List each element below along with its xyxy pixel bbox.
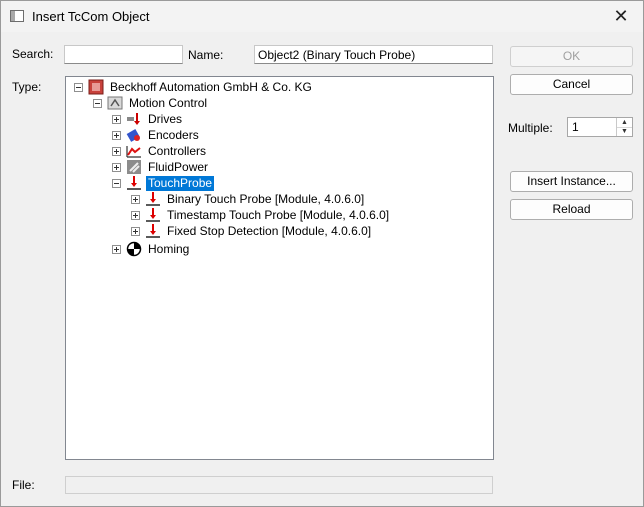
tree-node-motion-control[interactable]: Motion Control — [93, 95, 209, 111]
name-input[interactable] — [254, 45, 493, 64]
multiple-label: Multiple: — [508, 121, 553, 135]
tree-node-drives[interactable]: Drives — [112, 111, 184, 127]
collapse-icon[interactable] — [74, 82, 83, 92]
file-field — [65, 476, 493, 494]
drives-icon — [126, 111, 142, 127]
tree-label[interactable]: Drives — [146, 112, 184, 127]
multiple-stepper[interactable]: 1 ▲ ▼ — [567, 117, 633, 137]
collapse-icon[interactable] — [93, 98, 102, 108]
tree-node-binary-touch-probe[interactable]: Binary Touch Probe [Module, 4.0.6.0] — [131, 191, 366, 207]
close-icon: ✕ — [613, 6, 629, 26]
tree-node-controllers[interactable]: Controllers — [112, 143, 208, 159]
tree-label[interactable]: Binary Touch Probe [Module, 4.0.6.0] — [165, 192, 366, 207]
multiple-value[interactable]: 1 — [572, 120, 579, 134]
stepper-down-icon[interactable]: ▼ — [617, 127, 632, 136]
tree-node-fluidpower[interactable]: FluidPower — [112, 159, 210, 175]
controllers-icon — [126, 143, 142, 159]
fluidpower-icon — [126, 159, 142, 175]
collapse-icon[interactable] — [112, 178, 121, 188]
type-label: Type: — [12, 80, 42, 94]
type-tree[interactable]: Beckhoff Automation GmbH & Co. KG Motion… — [65, 76, 494, 460]
search-label: Search: — [12, 47, 54, 61]
name-label: Name: — [188, 48, 224, 62]
expand-icon[interactable] — [131, 194, 140, 204]
expand-icon[interactable] — [112, 130, 121, 140]
tree-node-timestamp-touch-probe[interactable]: Timestamp Touch Probe [Module, 4.0.6.0] — [131, 207, 391, 223]
expand-icon[interactable] — [112, 146, 121, 156]
tree-label[interactable]: Motion Control — [127, 96, 209, 111]
expand-icon[interactable] — [131, 226, 140, 236]
touchprobe-module-icon — [145, 223, 161, 239]
touchprobe-module-icon — [145, 191, 161, 207]
motion-control-icon — [107, 95, 123, 111]
stepper-arrows: ▲ ▼ — [616, 118, 632, 136]
tree-label[interactable]: Timestamp Touch Probe [Module, 4.0.6.0] — [165, 208, 391, 223]
expand-icon[interactable] — [112, 244, 121, 254]
tree-label[interactable]: Controllers — [146, 144, 208, 159]
expand-icon[interactable] — [131, 210, 140, 220]
tree-label[interactable]: Beckhoff Automation GmbH & Co. KG — [108, 80, 314, 95]
reload-button[interactable]: Reload — [510, 199, 633, 220]
expand-icon[interactable] — [112, 162, 121, 172]
tree-label-selected[interactable]: TouchProbe — [146, 175, 215, 191]
dialog-window: Insert TcCom Object ✕ Search: Name: Type… — [0, 0, 644, 507]
touchprobe-module-icon — [145, 207, 161, 223]
tree-label[interactable]: Encoders — [146, 128, 201, 143]
beckhoff-icon — [88, 79, 104, 95]
tree-node-beckhoff[interactable]: Beckhoff Automation GmbH & Co. KG — [74, 79, 314, 95]
file-label: File: — [12, 478, 35, 492]
insert-instance-button[interactable]: Insert Instance... — [510, 171, 633, 192]
window-icon — [10, 10, 24, 22]
expand-icon[interactable] — [112, 114, 121, 124]
search-input[interactable] — [64, 45, 183, 64]
tree-node-touchprobe[interactable]: TouchProbe — [112, 175, 215, 191]
touchprobe-icon — [126, 175, 142, 191]
tree-node-encoders[interactable]: Encoders — [112, 127, 201, 143]
cancel-button[interactable]: Cancel — [510, 74, 633, 95]
title-bar: Insert TcCom Object ✕ — [1, 1, 643, 32]
tree-label[interactable]: Homing — [146, 242, 191, 257]
ok-button[interactable]: OK — [510, 46, 633, 67]
window-title: Insert TcCom Object — [32, 9, 150, 24]
encoders-icon — [126, 127, 142, 143]
close-button[interactable]: ✕ — [599, 1, 643, 32]
tree-node-homing[interactable]: Homing — [112, 241, 191, 257]
tree-node-fixed-stop-detection[interactable]: Fixed Stop Detection [Module, 4.0.6.0] — [131, 223, 373, 239]
tree-label[interactable]: Fixed Stop Detection [Module, 4.0.6.0] — [165, 224, 373, 239]
homing-icon — [126, 241, 142, 257]
tree-label[interactable]: FluidPower — [146, 160, 210, 175]
